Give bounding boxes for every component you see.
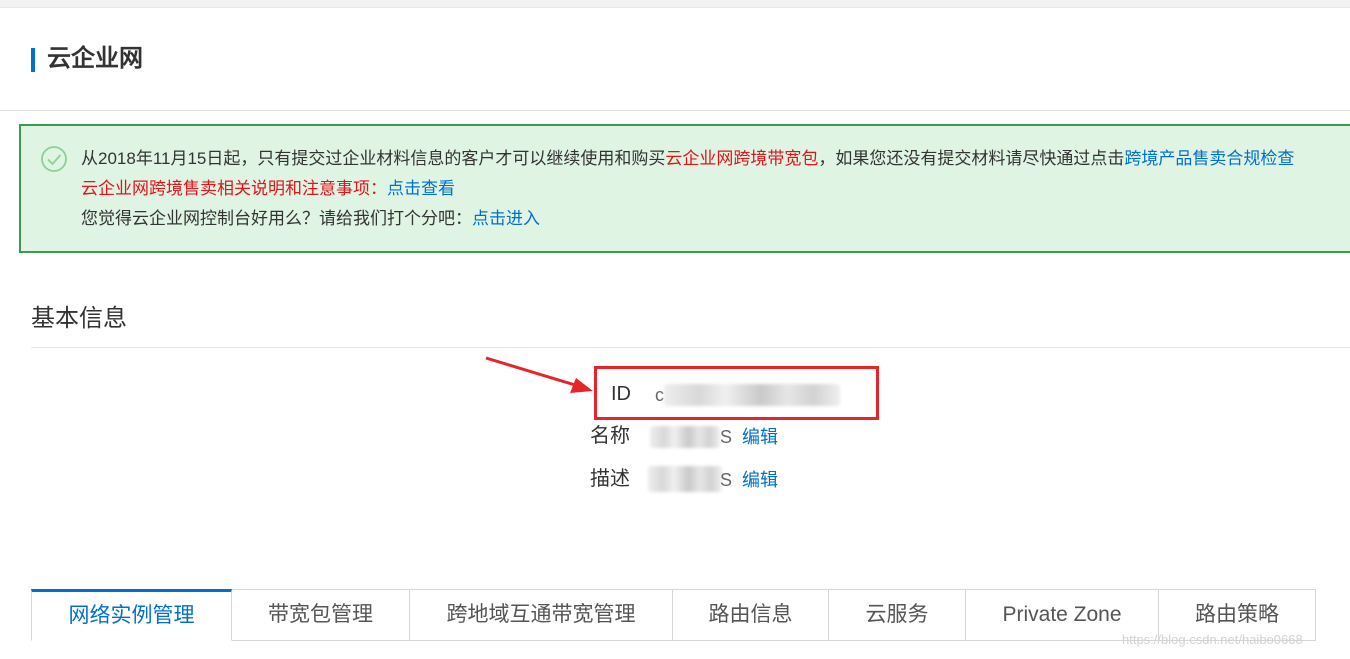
notice-text: 从2018年11月15日起，只有提交过企业材料信息的客户才可以继续使用和购买 xyxy=(81,149,666,168)
notice-line-3: 您觉得云企业网控制台好用么？请给我们打个分吧：点击进入 xyxy=(81,207,540,231)
name-label: 名称 xyxy=(590,425,630,447)
tab-network-instances[interactable]: 网络实例管理 xyxy=(31,589,232,641)
redacted-description-value xyxy=(648,466,722,492)
edit-description-link[interactable]: 编辑 xyxy=(742,467,778,493)
tab-route-info[interactable]: 路由信息 xyxy=(673,589,829,641)
tab-cross-region-bandwidth[interactable]: 跨地域互通带宽管理 xyxy=(410,589,673,641)
tab-cloud-services[interactable]: 云服务 xyxy=(829,589,966,641)
check-circle-icon xyxy=(41,146,67,172)
edit-name-link[interactable]: 编辑 xyxy=(742,424,778,450)
top-strip xyxy=(0,0,1350,8)
notice-highlight: 云企业网跨境带宽包 xyxy=(665,149,819,168)
page-title: 云企业网 xyxy=(47,45,143,72)
view-notes-link[interactable]: 点击查看 xyxy=(387,179,455,198)
notice-text: 您觉得云企业网控制台好用么？请给我们打个分吧： xyxy=(81,209,472,228)
compliance-check-link[interactable]: 跨境产品售卖合规检查 xyxy=(1124,149,1294,168)
description-value: S xyxy=(720,470,733,490)
page-header: 云企业网 xyxy=(0,8,1350,111)
name-value: S xyxy=(720,427,733,447)
description-label: 描述 xyxy=(590,468,630,490)
redacted-name-value xyxy=(650,426,720,448)
notice-text: ，如果您还没有提交材料请尽快通过点击 xyxy=(818,149,1125,168)
red-arrow-annotation xyxy=(485,356,593,393)
notice-line-1: 从2018年11月15日起，只有提交过企业材料信息的客户才可以继续使用和购买云企… xyxy=(81,147,1294,171)
id-label: ID xyxy=(611,383,631,405)
watermark: https://blog.csdn.net/haibo0668 xyxy=(1122,632,1303,647)
notice-line-2: 云企业网跨境售卖相关说明和注意事项：点击查看 xyxy=(81,177,455,201)
notice-colon: ： xyxy=(370,179,387,198)
notice-banner: 从2018年11月15日起，只有提交过企业材料信息的客户才可以继续使用和购买云企… xyxy=(19,124,1350,253)
id-value: c xyxy=(655,385,664,405)
notice-highlight: 云企业网跨境售卖相关说明和注意事项 xyxy=(81,179,370,198)
redacted-id-value xyxy=(664,384,840,406)
section-divider xyxy=(31,347,1350,348)
title-accent-bar xyxy=(31,48,35,72)
tab-bandwidth-packages[interactable]: 带宽包管理 xyxy=(232,589,410,641)
rate-console-link[interactable]: 点击进入 xyxy=(472,209,540,228)
basic-info-title: 基本信息 xyxy=(31,305,127,332)
